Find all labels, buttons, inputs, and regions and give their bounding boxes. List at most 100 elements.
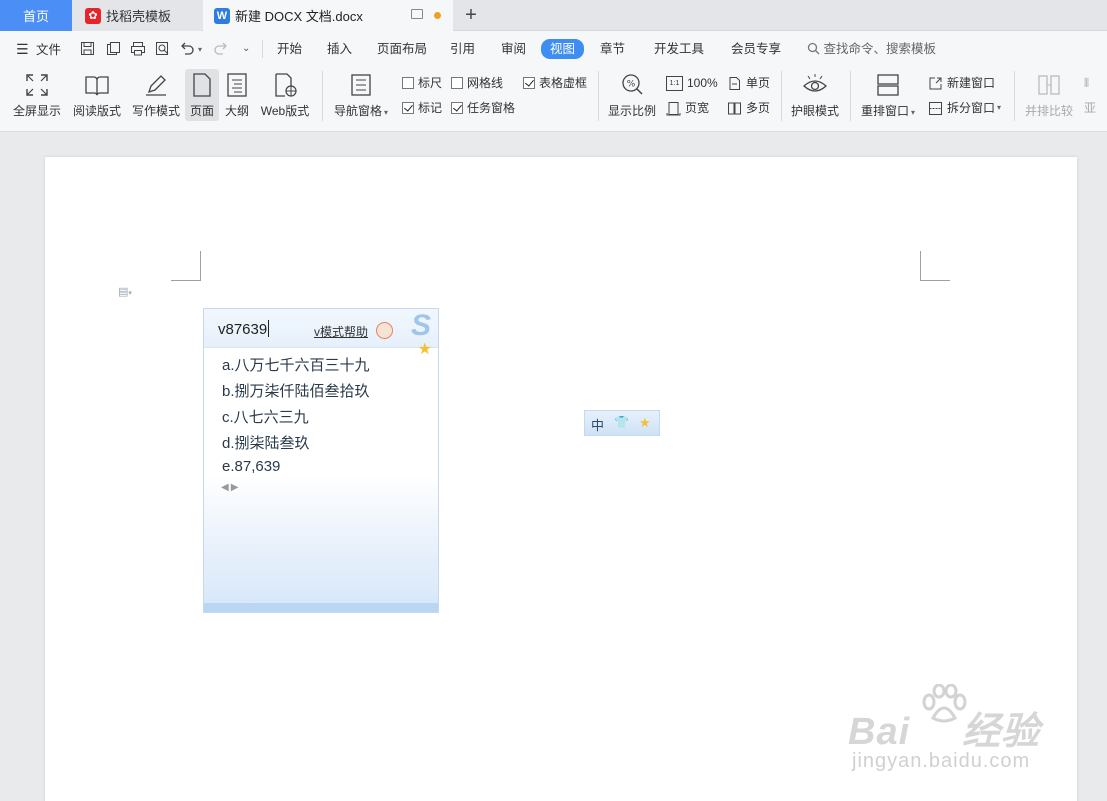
undo-dropdown-icon[interactable]: ▾	[198, 41, 202, 59]
search-icon	[807, 42, 820, 55]
task-pane-checkbox-box[interactable]	[451, 102, 463, 114]
split-window-button[interactable]: 拆分窗口 ▾	[928, 99, 1001, 117]
writing-mode-label: 写作模式	[131, 104, 180, 118]
page-width-icon	[666, 101, 681, 115]
ime-candidate[interactable]: a.八万七千六百三十九	[222, 354, 370, 375]
menu-home[interactable]: 开始	[277, 40, 302, 58]
ime-mascot-icon[interactable]	[376, 322, 393, 339]
menu-member[interactable]: 会员专享	[731, 40, 781, 58]
writing-mode-button[interactable]: 写作模式	[129, 69, 183, 121]
reset-position-icon[interactable]: 亚	[1084, 99, 1096, 117]
zoom-button[interactable]: % 显示比例	[606, 69, 658, 121]
new-window-button[interactable]: 新建窗口	[928, 74, 995, 92]
ime-composition: v87639	[218, 320, 270, 338]
navigation-pane-icon	[351, 74, 371, 96]
star-icon[interactable]: ★	[418, 339, 432, 359]
eye-protection-button[interactable]: 护眼模式	[788, 69, 842, 121]
menu-insert[interactable]: 插入	[327, 40, 352, 58]
ime-candidate[interactable]: d.捌柒陆叁玖	[222, 432, 310, 453]
ime-skin-icon[interactable]: 👕	[614, 415, 629, 429]
open-book-icon	[85, 76, 109, 96]
monitor-icon[interactable]	[411, 9, 423, 19]
ime-candidate-window: v87639 v模式帮助 S ★ a.八万七千六百三十九 b.捌万柒仟陆佰叁拾玖…	[203, 308, 439, 613]
tab-home[interactable]: 首页	[0, 0, 72, 31]
menu-review[interactable]: 审阅	[501, 40, 526, 58]
print-icon[interactable]	[130, 41, 146, 56]
tab-template-label: 找稻壳模板	[106, 9, 172, 24]
fullscreen-label: 全屏显示	[12, 104, 61, 118]
export-pdf-icon[interactable]	[106, 41, 121, 56]
ime-next-page-icon[interactable]: ▶	[231, 482, 241, 493]
fullscreen-button[interactable]: 全屏显示	[10, 69, 64, 121]
customize-dropdown-icon[interactable]: ⌄	[242, 40, 250, 58]
marks-checkbox[interactable]: 标记	[402, 99, 442, 117]
menu-developer[interactable]: 开发工具	[654, 40, 704, 58]
undo-icon[interactable]	[180, 41, 194, 55]
ime-input-bar: v87639 v模式帮助 S	[204, 309, 438, 348]
new-window-label: 新建窗口	[947, 76, 996, 90]
outline-view-button[interactable]: 大纲	[222, 69, 252, 121]
pen-icon	[146, 75, 166, 96]
gridlines-checkbox[interactable]: 网格线	[451, 74, 503, 92]
ime-v-mode-help-link[interactable]: v模式帮助	[314, 323, 368, 340]
marks-checkbox-box[interactable]	[402, 102, 414, 114]
ime-prev-page-icon[interactable]: ◀	[221, 482, 231, 493]
new-tab-button[interactable]: +	[460, 0, 482, 31]
sync-scroll-icon[interactable]: ⫴	[1084, 74, 1089, 92]
print-preview-icon[interactable]	[155, 41, 170, 56]
ime-candidate[interactable]: b.捌万柒仟陆佰叁拾玖	[222, 380, 370, 401]
margin-corner-top-left	[171, 251, 201, 281]
ime-chinese-mode-toggle[interactable]: 中	[591, 415, 604, 434]
single-page-label: 单页	[746, 76, 771, 90]
menu-view[interactable]: 视图	[541, 39, 585, 59]
ime-composition-text: v87639	[218, 321, 268, 338]
menu-separator	[262, 40, 263, 58]
tab-template[interactable]: ✿ 找稻壳模板	[73, 0, 201, 31]
view-ribbon: 全屏显示 阅读版式 写作模式 页面 大纲 Web版式 导航窗格 ▾ 标尺 网格线 …	[0, 65, 1107, 132]
tab-document[interactable]: W 新建 DOCX 文档.docx	[203, 0, 453, 31]
paragraph-menu-icon[interactable]: ▤▾	[118, 285, 132, 298]
new-window-icon	[929, 77, 942, 89]
reading-layout-label: 阅读版式	[72, 104, 121, 118]
rearrange-windows-icon	[877, 74, 899, 96]
web-layout-button[interactable]: Web版式	[257, 69, 313, 121]
navigation-pane-button[interactable]: 导航窗格 ▾	[330, 69, 392, 121]
gridlines-checkbox-box[interactable]	[451, 77, 463, 89]
ime-candidate[interactable]: c.八七六三九	[222, 406, 309, 427]
redo-icon[interactable]	[214, 41, 228, 55]
ruler-checkbox-box[interactable]	[402, 77, 414, 89]
side-by-side-button[interactable]: 并排比较	[1022, 69, 1076, 121]
page-width-button[interactable]: 页宽	[666, 99, 709, 117]
navigation-pane-dropdown-icon: ▾	[384, 108, 389, 117]
multi-page-icon	[728, 102, 741, 114]
task-pane-checkbox[interactable]: 任务窗格	[451, 99, 515, 117]
single-page-icon	[729, 76, 740, 90]
rearrange-windows-button[interactable]: 重排窗口 ▾	[857, 69, 919, 121]
command-search[interactable]: 查找命令、搜索模板	[807, 40, 936, 58]
command-search-placeholder: 查找命令、搜索模板	[823, 42, 936, 56]
reading-layout-button[interactable]: 阅读版式	[70, 69, 124, 121]
gridlines-label: 网格线	[467, 76, 504, 90]
zoom-100-button[interactable]: 1:1 100%	[666, 74, 718, 92]
outline-icon	[227, 73, 247, 97]
menu-chapter[interactable]: 章节	[600, 40, 625, 58]
tab-document-label: 新建 DOCX 文档.docx	[235, 9, 363, 24]
ribbon-separator	[781, 71, 782, 121]
page-view-button[interactable]: 页面	[185, 69, 219, 121]
menu-page-layout[interactable]: 页面布局	[377, 40, 427, 58]
side-by-side-label: 并排比较	[1024, 104, 1073, 118]
menu-references[interactable]: 引用	[450, 40, 475, 58]
file-menu[interactable]: ☰ 文件	[16, 40, 61, 58]
eye-protection-label: 护眼模式	[790, 104, 839, 118]
multi-page-button[interactable]: 多页	[727, 99, 770, 117]
save-icon[interactable]	[80, 41, 95, 56]
ime-candidate[interactable]: e.87,639	[222, 458, 280, 475]
navigation-pane-label: 导航窗格	[333, 104, 382, 118]
one-to-one-icon: 1:1	[666, 75, 683, 91]
ime-star-icon[interactable]: ★	[639, 415, 651, 431]
table-gridlines-checkbox-box[interactable]	[523, 77, 535, 89]
table-gridlines-checkbox[interactable]: 表格虚框	[523, 74, 587, 92]
single-page-button[interactable]: 单页	[727, 74, 770, 92]
ruler-checkbox[interactable]: 标尺	[402, 74, 442, 92]
sogou-logo-icon: S	[410, 309, 431, 342]
